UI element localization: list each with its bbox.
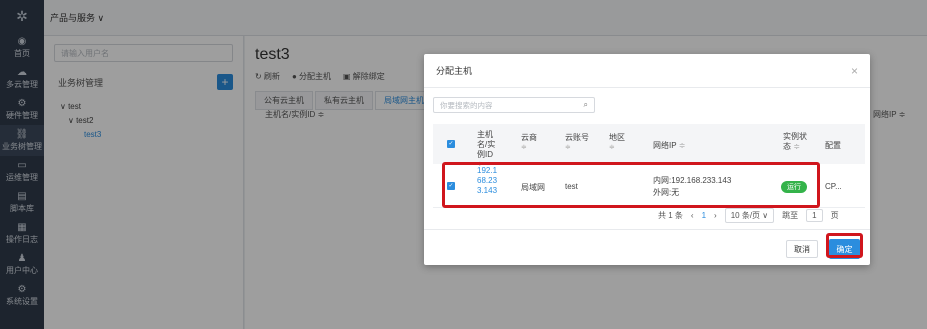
dialog-footer: 取消 确定	[424, 229, 870, 265]
col-ip-label: 网络IP	[653, 141, 677, 150]
sort-icon[interactable]: ≑	[521, 143, 537, 151]
sort-icon[interactable]: ≑	[679, 141, 686, 150]
select-all-checkbox[interactable]: ✓	[447, 140, 455, 148]
row-config: CP...	[825, 182, 842, 191]
cancel-button[interactable]: 取消	[786, 240, 818, 258]
search-icon[interactable]: ⌕	[584, 100, 588, 110]
assign-host-dialog: 分配主机 × 你要搜索的内容 ⌕ ✓ 主机名/实例ID ≑ 云商 ≑ 云账号 ≑…	[424, 54, 870, 265]
col-config: 配置	[825, 141, 841, 150]
sort-icon[interactable]: ≑	[565, 143, 589, 151]
next-page-icon[interactable]: ›	[714, 211, 717, 220]
close-icon[interactable]: ×	[851, 65, 858, 77]
goto-page-input[interactable]: 1	[806, 209, 823, 222]
page-size-select[interactable]: 10 条/页 ∨	[724, 208, 775, 223]
prev-page-icon[interactable]: ‹	[691, 211, 694, 220]
col-status[interactable]: 实例状态 ≑	[783, 132, 811, 152]
col-cloud[interactable]: 云商 ≑	[521, 132, 537, 151]
sort-icon[interactable]: ≑	[609, 143, 625, 151]
search-placeholder: 你要搜索的内容	[440, 100, 493, 110]
goto-label: 跳至	[782, 211, 799, 220]
highlight-confirm-annotation	[826, 233, 863, 258]
table-header: ✓ 主机名/实例ID ≑ 云商 ≑ 云账号 ≑ 地区 ≑ 网络IP ≑ 实例状态…	[433, 124, 865, 168]
highlight-row-annotation	[442, 162, 820, 208]
dialog-title: 分配主机	[436, 66, 473, 76]
col-region[interactable]: 地区 ≑	[609, 132, 625, 151]
page-unit-label: 页	[830, 211, 839, 220]
col-account-label: 云账号	[565, 133, 589, 142]
col-region-label: 地区	[609, 133, 625, 142]
col-ip[interactable]: 网络IP ≑	[653, 140, 685, 151]
pagination: 共 1 条 ‹ 1 › 10 条/页 ∨ 跳至 1 页	[658, 208, 839, 223]
col-host-label: 主机名/实例ID	[477, 130, 496, 159]
pager-total: 共 1 条	[658, 211, 683, 220]
dialog-search-input[interactable]: 你要搜索的内容 ⌕	[433, 97, 595, 113]
sort-icon[interactable]: ≑	[793, 142, 800, 151]
page-1-button[interactable]: 1	[702, 211, 706, 220]
dialog-header: 分配主机 ×	[424, 54, 870, 88]
col-account[interactable]: 云账号 ≑	[565, 132, 589, 151]
col-cloud-label: 云商	[521, 133, 537, 142]
